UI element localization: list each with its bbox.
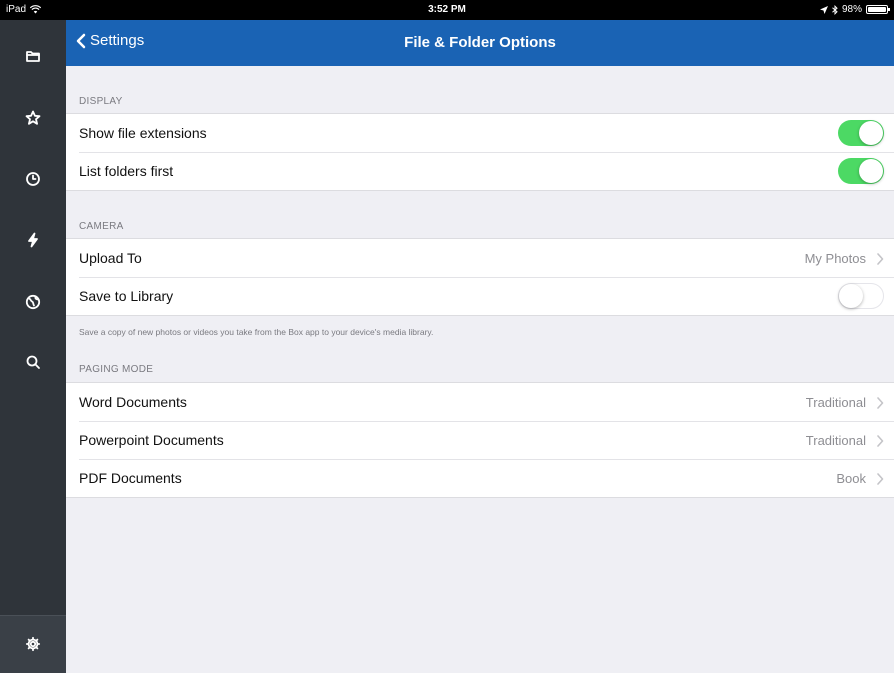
row-upload-to[interactable]: Upload To My Photos: [66, 239, 894, 277]
navigation-bar: Settings File & Folder Options: [66, 20, 894, 66]
list-folders-first-toggle[interactable]: [838, 158, 884, 184]
section-header-display: DISPLAY: [79, 96, 123, 107]
group-camera: Upload To My Photos Save to Library: [66, 238, 894, 316]
globe-icon: [25, 294, 41, 310]
sidebar: [0, 20, 66, 673]
page-title: File & Folder Options: [404, 34, 556, 51]
status-right: 98%: [819, 4, 890, 15]
folder-icon: [26, 51, 40, 62]
status-time: 3:52 PM: [428, 4, 466, 15]
status-bar: iPad 3:52 PM 98%: [0, 0, 894, 20]
bluetooth-icon: [832, 4, 838, 15]
row-label: Save to Library: [79, 288, 174, 304]
sidebar-item-shared[interactable]: [0, 282, 66, 322]
settings-content: DISPLAY Show file extensions List folder…: [66, 66, 894, 673]
chevron-right-icon: [876, 472, 884, 485]
row-list-folders-first: List folders first: [66, 152, 894, 190]
row-pdf-documents[interactable]: PDF Documents Book: [66, 459, 894, 497]
chevron-right-icon: [876, 396, 884, 409]
row-value: Book: [836, 470, 866, 486]
chevron-right-icon: [876, 252, 884, 265]
search-icon: [26, 355, 40, 369]
gear-icon: [25, 636, 41, 652]
section-header-paging-mode: PAGING MODE: [79, 364, 154, 375]
group-display: Show file extensions List folders first: [66, 113, 894, 191]
sidebar-item-updates[interactable]: [0, 220, 66, 260]
row-value: Traditional: [805, 394, 866, 410]
sidebar-item-search[interactable]: [0, 342, 66, 382]
star-icon: [25, 110, 41, 125]
sidebar-item-favorites[interactable]: [0, 98, 66, 138]
chevron-right-icon: [876, 434, 884, 447]
row-label: Show file extensions: [79, 125, 207, 141]
camera-footer-note: Save a copy of new photos or videos you …: [79, 327, 434, 337]
row-label: Upload To: [79, 250, 142, 266]
battery-icon: [866, 5, 890, 14]
row-save-to-library: Save to Library: [66, 277, 894, 315]
row-word-documents[interactable]: Word Documents Traditional: [66, 383, 894, 421]
save-to-library-toggle[interactable]: [838, 283, 884, 309]
row-label: Powerpoint Documents: [79, 432, 224, 448]
row-value: My Photos: [804, 250, 866, 266]
sidebar-item-files[interactable]: [0, 36, 66, 76]
sidebar-item-recents[interactable]: [0, 159, 66, 199]
battery-percent: 98%: [841, 4, 862, 15]
row-show-file-extensions: Show file extensions: [66, 114, 894, 152]
sidebar-item-settings[interactable]: [0, 624, 66, 664]
sidebar-settings-area: [0, 615, 66, 673]
row-label: PDF Documents: [79, 470, 182, 486]
row-powerpoint-documents[interactable]: Powerpoint Documents Traditional: [66, 421, 894, 459]
clock-icon: [26, 172, 40, 186]
lightning-icon: [28, 232, 38, 248]
show-file-extensions-toggle[interactable]: [838, 120, 884, 146]
section-header-camera: CAMERA: [79, 221, 124, 232]
row-label: List folders first: [79, 163, 174, 179]
row-value: Traditional: [805, 432, 866, 448]
group-paging-mode: Word Documents Traditional Powerpoint Do…: [66, 382, 894, 498]
location-arrow-icon: [819, 5, 828, 14]
row-label: Word Documents: [79, 394, 187, 410]
